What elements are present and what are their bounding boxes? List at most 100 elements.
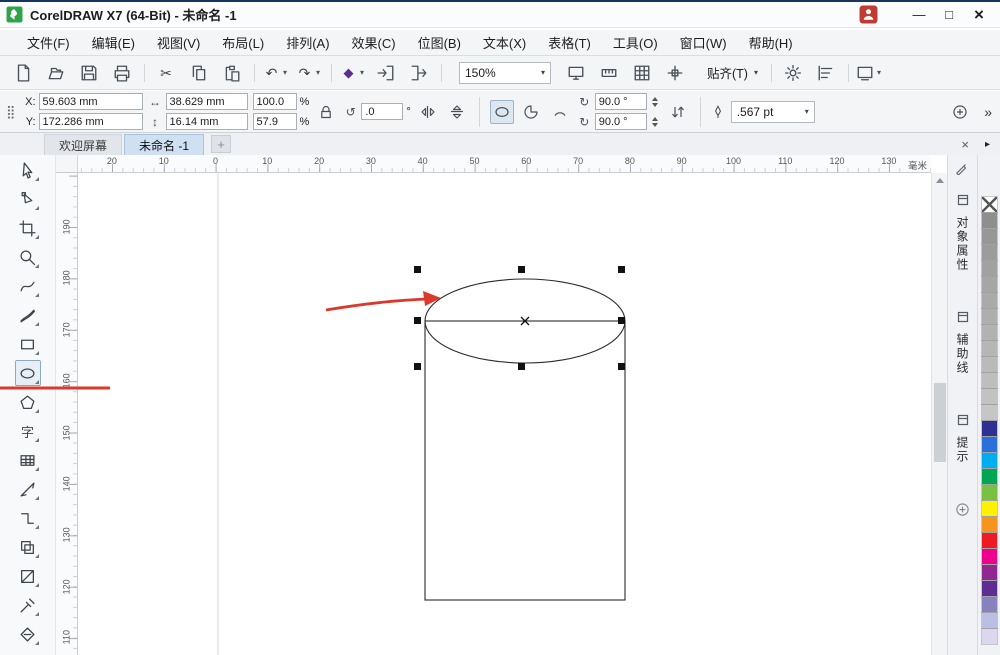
user-account-icon[interactable] <box>859 5 878 24</box>
crop-tool[interactable] <box>15 215 41 241</box>
color-swatch[interactable] <box>982 629 997 644</box>
zoom-level-select[interactable]: 150% ▾ <box>459 62 551 84</box>
mirror-horizontal-button[interactable] <box>416 100 440 124</box>
color-swatch[interactable] <box>982 549 997 564</box>
drop-shadow-tool[interactable] <box>15 534 41 560</box>
color-swatch[interactable] <box>982 533 997 548</box>
selection-handle[interactable] <box>518 363 525 370</box>
table-tool[interactable] <box>15 447 41 473</box>
menu-item[interactable]: 效果(C) <box>341 30 407 55</box>
lock-ratio-button[interactable] <box>314 100 338 124</box>
docker-tab[interactable]: 辅助线 <box>954 304 971 381</box>
end-angle-input[interactable] <box>595 113 647 130</box>
menu-item[interactable]: 位图(B) <box>407 30 472 55</box>
ellipse-mode-button[interactable] <box>490 100 514 124</box>
color-swatch[interactable] <box>982 213 997 228</box>
export-icon[interactable] <box>404 60 434 86</box>
color-swatch[interactable] <box>982 501 997 516</box>
quick-customize-button[interactable] <box>948 100 972 124</box>
separator[interactable] <box>767 60 775 86</box>
arc-mode-button[interactable] <box>548 100 572 124</box>
outline-width-select[interactable]: .567 pt ▾ <box>731 101 815 123</box>
color-swatch[interactable] <box>982 517 997 532</box>
ellipse-tool[interactable] <box>15 360 41 386</box>
color-swatch[interactable] <box>982 597 997 612</box>
menu-item[interactable]: 文件(F) <box>16 30 81 55</box>
vertical-ruler[interactable]: 190180170160150140130120110 <box>56 173 78 655</box>
ruler-origin[interactable] <box>56 155 78 173</box>
document-tab[interactable]: 未命名 -1 <box>124 134 204 155</box>
paste-icon[interactable] <box>217 60 247 86</box>
color-swatch[interactable] <box>982 357 997 372</box>
zoom-tool[interactable] <box>15 244 41 270</box>
cut-icon[interactable]: ✂ <box>151 60 181 86</box>
spinner[interactable] <box>650 97 661 107</box>
docker-tab[interactable]: 对象属性 <box>954 187 971 278</box>
document-tab[interactable]: 欢迎屏幕 <box>44 134 122 155</box>
scrollbar-thumb[interactable] <box>934 383 946 462</box>
menu-item[interactable]: 帮助(H) <box>738 30 804 55</box>
object-width-input[interactable] <box>166 93 248 110</box>
menu-item[interactable]: 排列(A) <box>275 30 340 55</box>
selection-handle[interactable] <box>414 363 421 370</box>
color-swatch[interactable] <box>982 453 997 468</box>
pie-mode-button[interactable] <box>519 100 543 124</box>
snap-to-icon[interactable] <box>660 60 690 86</box>
shape-tool[interactable] <box>15 186 41 212</box>
object-x-input[interactable] <box>39 93 143 110</box>
pick-tool[interactable] <box>15 157 41 183</box>
open-icon[interactable] <box>41 60 71 86</box>
separator[interactable] <box>250 60 258 86</box>
color-swatch[interactable] <box>982 261 997 276</box>
scale-y-input[interactable] <box>253 113 297 130</box>
color-swatch[interactable] <box>982 373 997 388</box>
transparency-tool[interactable] <box>15 563 41 589</box>
color-swatch[interactable] <box>982 437 997 452</box>
no-color-swatch[interactable] <box>982 197 997 212</box>
drawing-canvas[interactable] <box>78 173 931 655</box>
minimize-button[interactable]: — <box>904 4 934 26</box>
menu-item[interactable]: 布局(L) <box>211 30 275 55</box>
selection-handle[interactable] <box>414 266 421 273</box>
options-gear-icon[interactable] <box>778 60 808 86</box>
vertical-scrollbar[interactable] <box>931 173 947 655</box>
menu-item[interactable]: 表格(T) <box>537 30 602 55</box>
horizontal-ruler[interactable]: 20100102030405060708090100110120130 毫米 <box>78 155 931 173</box>
color-swatch[interactable] <box>982 245 997 260</box>
menu-item[interactable]: 编辑(E) <box>81 30 146 55</box>
quick-customize-button[interactable] <box>955 502 970 522</box>
undo-icon[interactable]: ↶ ▾ <box>261 60 291 86</box>
close-button[interactable]: × <box>964 4 994 26</box>
docker-tab[interactable]: 提示 <box>954 407 971 470</box>
rectangle-tool[interactable] <box>15 331 41 357</box>
separator[interactable] <box>327 60 335 86</box>
selection-handle[interactable] <box>618 317 625 324</box>
spinner[interactable] <box>650 117 661 127</box>
menu-item[interactable]: 窗口(W) <box>669 30 738 55</box>
new-document-icon[interactable] <box>8 60 38 86</box>
parallel-dimension-tool[interactable] <box>15 476 41 502</box>
color-swatch[interactable] <box>982 405 997 420</box>
maximize-button[interactable]: □ <box>934 4 964 26</box>
connector-tool[interactable] <box>15 505 41 531</box>
color-swatch[interactable] <box>982 485 997 500</box>
overflow-chevrons-icon[interactable]: » <box>984 104 992 120</box>
color-swatch[interactable] <box>982 581 997 596</box>
color-swatch[interactable] <box>982 469 997 484</box>
selection-handle[interactable] <box>414 317 421 324</box>
freehand-tool[interactable] <box>15 273 41 299</box>
menu-item[interactable]: 工具(O) <box>602 30 669 55</box>
docker-flyout-icon[interactable]: ▸ <box>985 140 990 150</box>
polygon-tool[interactable] <box>15 389 41 415</box>
pen-settings-icon[interactable] <box>955 161 971 177</box>
artistic-media-tool[interactable] <box>15 302 41 328</box>
object-height-input[interactable] <box>166 113 248 130</box>
separator[interactable] <box>437 60 445 86</box>
welcome-screen-toggle-icon[interactable]: ▾ <box>855 60 885 86</box>
new-tab-button[interactable]: + <box>211 135 231 153</box>
copy-icon[interactable] <box>184 60 214 86</box>
change-direction-button[interactable] <box>666 100 690 124</box>
save-icon[interactable] <box>74 60 104 86</box>
text-tool[interactable]: 字 <box>15 418 41 444</box>
mirror-vertical-button[interactable] <box>445 100 469 124</box>
